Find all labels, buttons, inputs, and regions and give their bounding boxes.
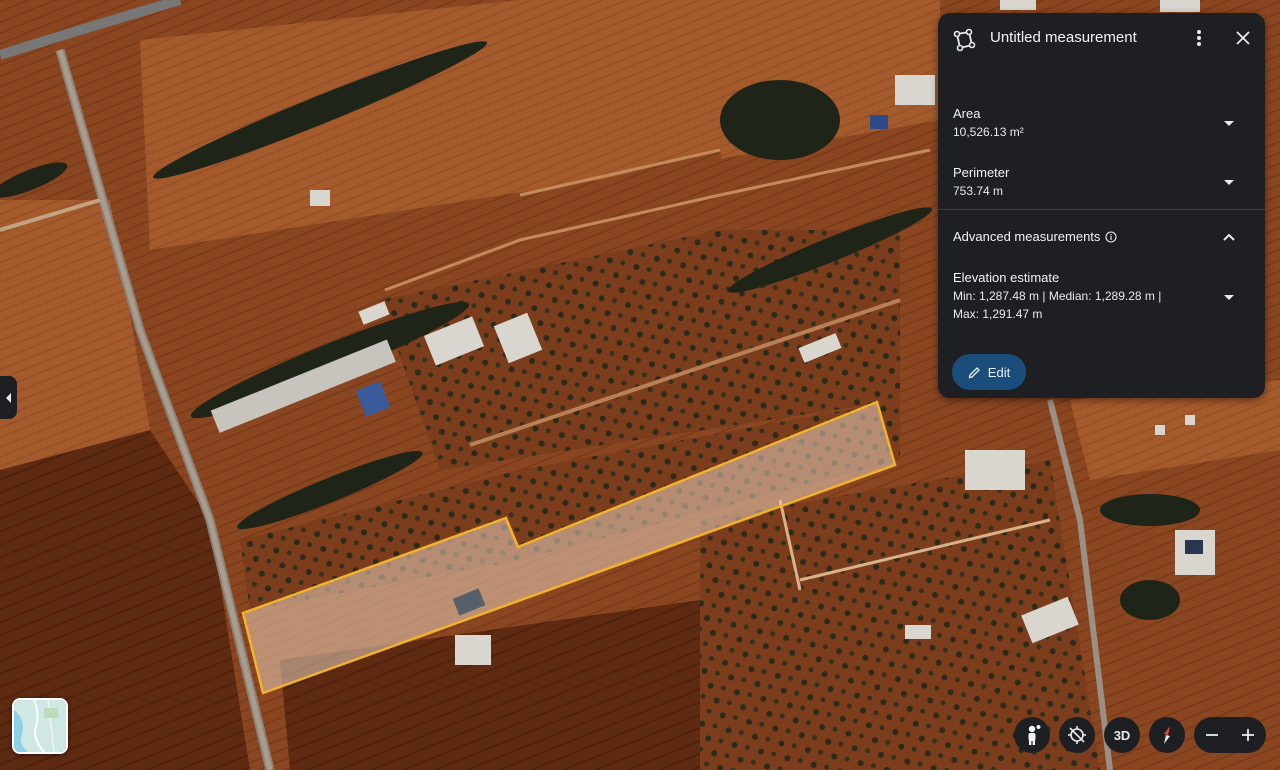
perimeter-value: 753.74 m [953, 184, 1004, 198]
more-vert-icon [1197, 30, 1201, 46]
panel-header: Untitled measurement [938, 13, 1265, 65]
toggle-3d-button[interactable]: 3D [1104, 717, 1140, 753]
elevation-label: Elevation estimate [953, 270, 1060, 285]
compass-button[interactable] [1149, 717, 1185, 753]
area-row[interactable]: Area 10,526.13 m² [953, 105, 1249, 141]
chevron-up-icon[interactable] [1221, 229, 1237, 245]
pencil-icon [968, 366, 980, 378]
close-button[interactable] [1229, 24, 1257, 52]
panel-title: Untitled measurement [990, 29, 1137, 46]
elevation-value-line1: Min: 1,287.48 m | Median: 1,289.28 m | [953, 289, 1162, 303]
chevron-left-icon [5, 392, 11, 403]
measurement-panel: Untitled measurement Area 10,526.13 m² P… [938, 13, 1265, 398]
perimeter-label: Perimeter [953, 165, 1010, 180]
elevation-row[interactable]: Elevation estimate Min: 1,287.48 m | Med… [953, 269, 1249, 323]
area-value: 10,526.13 m² [953, 125, 1024, 139]
compass-icon [1164, 726, 1170, 744]
chevron-down-icon[interactable] [1221, 289, 1237, 305]
area-label: Area [953, 106, 981, 121]
zoom-out-button[interactable] [1194, 717, 1230, 753]
elevation-value-line2: Max: 1,291.47 m [953, 307, 1043, 321]
advanced-measurements-title: Advanced measurements [953, 229, 1101, 244]
more-options-button[interactable] [1185, 24, 1213, 52]
zoom-out-icon [1206, 734, 1218, 736]
edit-button[interactable]: Edit [952, 354, 1026, 390]
panel-divider [938, 209, 1265, 210]
map-layer-thumbnail-icon [14, 700, 66, 752]
recenter-icon [1068, 726, 1086, 744]
close-icon [1236, 31, 1250, 45]
chevron-down-icon[interactable] [1221, 115, 1237, 131]
pegman-icon [1028, 725, 1041, 745]
zoom-controls [1194, 717, 1266, 753]
zoom-in-button[interactable] [1230, 717, 1266, 753]
recenter-button[interactable] [1059, 717, 1095, 753]
advanced-measurements-header[interactable]: Advanced measurements [953, 229, 1117, 244]
street-view-pegman-button[interactable] [1014, 717, 1050, 753]
edit-button-label: Edit [987, 364, 1011, 380]
map-layers-button[interactable] [12, 698, 68, 754]
measure-polygon-icon [953, 28, 976, 52]
info-icon[interactable] [1105, 230, 1117, 243]
toggle-3d-label: 3D [1113, 727, 1131, 743]
zoom-in-icon [1242, 729, 1254, 741]
chevron-down-icon[interactable] [1221, 174, 1237, 190]
collapse-side-panel-button[interactable] [0, 376, 17, 419]
perimeter-row[interactable]: Perimeter 753.74 m [953, 164, 1249, 200]
